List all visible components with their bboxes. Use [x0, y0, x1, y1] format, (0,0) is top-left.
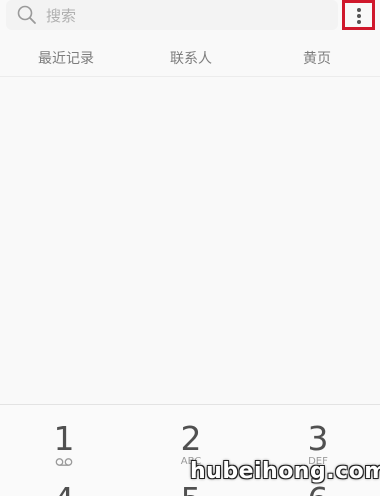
voicemail-icon: [55, 458, 73, 466]
tab-bar: 最近记录 联系人 黄页: [0, 40, 380, 77]
key-digit: 2: [180, 419, 202, 458]
key-4[interactable]: 4: [19, 482, 109, 496]
tab-recents[interactable]: 最近记录: [38, 48, 94, 68]
key-1[interactable]: 1: [19, 421, 109, 467]
key-digit: 5: [146, 482, 236, 496]
search-bar[interactable]: 搜索: [6, 0, 338, 30]
search-icon: [17, 5, 36, 24]
content-area: [0, 77, 380, 402]
key-5[interactable]: 5: [146, 482, 236, 496]
tab-contacts[interactable]: 联系人: [170, 48, 212, 68]
key-digit: 1: [53, 419, 75, 458]
tab-yellow-pages[interactable]: 黄页: [303, 48, 331, 68]
key-6[interactable]: 6: [273, 482, 363, 496]
key-digit: 4: [19, 482, 109, 496]
watermark: hubeihong.com: [190, 459, 380, 484]
key-digit: 3: [307, 419, 329, 458]
key-digit: 6: [273, 482, 363, 496]
more-options-button[interactable]: [342, 0, 375, 30]
search-placeholder: 搜索: [46, 7, 77, 25]
